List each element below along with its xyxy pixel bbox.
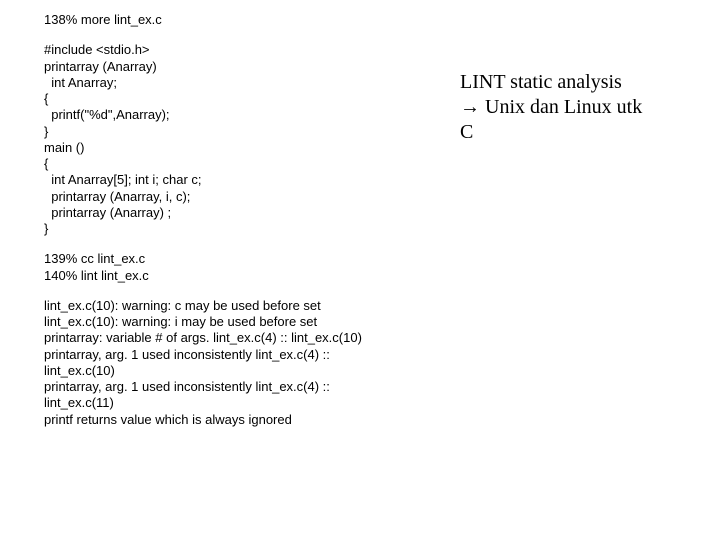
annotation-line-2: → Unix dan Linux utk (460, 95, 700, 120)
source-code: #include <stdio.h> printarray (Anarray) … (44, 42, 434, 237)
left-column: 138% more lint_ex.c #include <stdio.h> p… (44, 12, 434, 442)
annotation-line-2-text: Unix dan Linux utk (480, 96, 642, 118)
lint-output: lint_ex.c(10): warning: c may be used be… (44, 298, 434, 428)
shell-commands-compile: 139% cc lint_ex.c 140% lint lint_ex.c (44, 251, 434, 284)
shell-command-more: 138% more lint_ex.c (44, 12, 434, 28)
arrow-icon: → (460, 96, 480, 118)
right-column: LINT static analysis → Unix dan Linux ut… (460, 70, 700, 145)
annotation-line-1: LINT static analysis (460, 70, 700, 95)
annotation-line-3: C (460, 120, 700, 145)
